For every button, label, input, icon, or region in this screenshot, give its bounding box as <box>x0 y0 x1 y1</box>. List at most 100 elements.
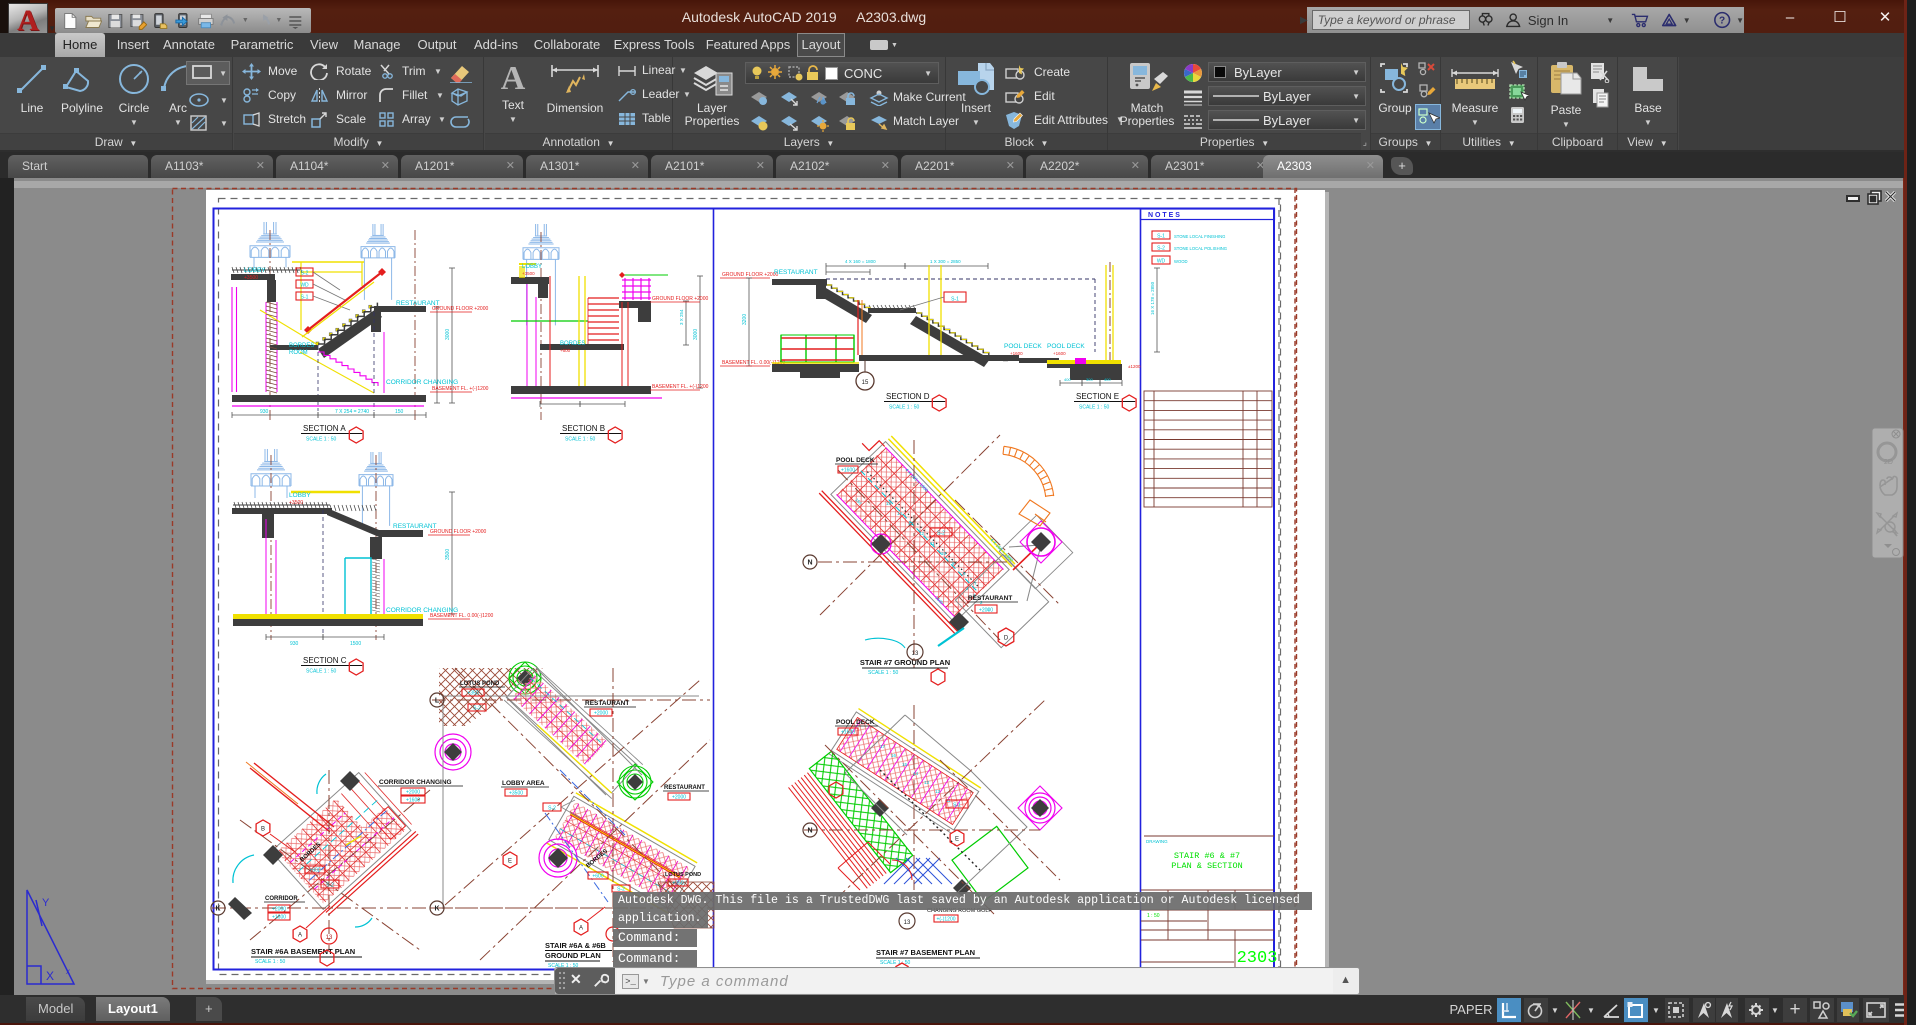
svg-text:Y: Y <box>42 897 50 909</box>
svg-text:+1600: +1600 <box>1010 351 1023 356</box>
svg-text:SECTION B: SECTION B <box>562 424 605 433</box>
svg-text:S-2: S-2 <box>1157 246 1165 252</box>
svg-text:SCALE 1 : 50: SCALE 1 : 50 <box>1079 405 1110 411</box>
svg-text:1 : 50: 1 : 50 <box>1147 913 1160 919</box>
svg-text:+2000: +2000 <box>406 790 420 796</box>
svg-text:A: A <box>298 933 302 939</box>
svg-text:CORRIDOR: CORRIDOR <box>265 896 298 902</box>
svg-text:13: 13 <box>912 651 919 657</box>
svg-text:4 X 160 = 1800: 4 X 160 = 1800 <box>845 259 876 264</box>
svg-text:SECTION E: SECTION E <box>1076 392 1119 401</box>
svg-text:STONE LOCAL POLISHING: STONE LOCAL POLISHING <box>1174 246 1227 251</box>
svg-text:POOL DECK: POOL DECK <box>836 457 875 464</box>
svg-text:+2000: +2000 <box>272 907 286 913</box>
svg-text:RESTAURANT: RESTAURANT <box>968 595 1012 602</box>
svg-text:S-2: S-2 <box>548 806 556 812</box>
svg-text:14: 14 <box>897 511 903 516</box>
svg-text:LOTUS POND: LOTUS POND <box>665 872 701 878</box>
svg-text:STAIR #7 GROUND PLAN: STAIR #7 GROUND PLAN <box>860 658 950 667</box>
svg-text:13: 13 <box>326 935 333 941</box>
svg-text:DRAWING: DRAWING <box>1146 839 1168 844</box>
svg-text:+3500: +3500 <box>244 275 258 281</box>
svg-text:K: K <box>434 906 439 913</box>
svg-text:E: E <box>955 837 959 843</box>
svg-text:SCALE 1 : 50: SCALE 1 : 50 <box>868 670 899 676</box>
svg-text:LOBBY: LOBBY <box>289 492 311 499</box>
svg-text:+3500: +3500 <box>522 271 535 276</box>
svg-text:ROOM: ROOM <box>289 350 308 356</box>
svg-text:SECTION C: SECTION C <box>303 656 347 665</box>
svg-text:LOBBY: LOBBY <box>244 267 266 274</box>
svg-text:3500: 3500 <box>445 549 451 560</box>
svg-text:PLAN & SECTION: PLAN & SECTION <box>1171 861 1242 871</box>
svg-text:16: 16 <box>891 753 897 758</box>
svg-text:D: D <box>1004 636 1009 642</box>
svg-text:SCALE 1 : 50: SCALE 1 : 50 <box>255 959 286 965</box>
svg-text:+600: +600 <box>309 868 320 874</box>
svg-text:GROUND FLOOR +2000: GROUND FLOOR +2000 <box>430 529 486 535</box>
svg-text:+600: +600 <box>560 348 571 353</box>
svg-text:SECTION D: SECTION D <box>886 392 930 401</box>
svg-text:150: 150 <box>395 409 404 415</box>
svg-text:3 X 254: 3 X 254 <box>679 309 684 325</box>
svg-text:CORRIDOR CHANGING: CORRIDOR CHANGING <box>379 779 452 786</box>
svg-text:WD: WD <box>1157 259 1166 265</box>
svg-text:S-1: S-1 <box>1157 234 1165 240</box>
svg-text:POOL DECK: POOL DECK <box>836 719 875 726</box>
svg-text:+2000: +2000 <box>672 795 686 801</box>
svg-text:STONE LOCAL FINISHING: STONE LOCAL FINISHING <box>1174 234 1225 239</box>
svg-text:3200: 3200 <box>742 314 748 325</box>
svg-text:13: 13 <box>924 780 930 785</box>
svg-text:N O T E S: N O T E S <box>1148 212 1180 219</box>
svg-text:LOBBY: LOBBY <box>522 264 542 270</box>
svg-text:+3500: +3500 <box>289 500 303 506</box>
svg-text:3000: 3000 <box>693 329 699 340</box>
svg-text:14: 14 <box>913 771 919 776</box>
svg-text:RESTAURANT: RESTAURANT <box>664 785 705 791</box>
svg-text:SCALE 1 : 50: SCALE 1 : 50 <box>306 669 337 675</box>
svg-text:+350: +350 <box>467 691 478 697</box>
svg-text:STAIR #6 & #7: STAIR #6 & #7 <box>1174 851 1240 861</box>
svg-text:GROUND FLOOR +2000: GROUND FLOOR +2000 <box>652 296 708 302</box>
svg-text:930: 930 <box>260 409 269 415</box>
svg-text:S-1: S-1 <box>301 295 309 301</box>
svg-text:BORDES: BORDES <box>289 343 314 349</box>
svg-text:+350: +350 <box>672 881 683 887</box>
svg-text:A: A <box>579 926 583 932</box>
svg-text:SCALE 1 : 50: SCALE 1 : 50 <box>565 437 596 443</box>
svg-text:K: K <box>215 906 220 913</box>
svg-text:GROUND FLOOR +2000: GROUND FLOOR +2000 <box>722 272 778 278</box>
svg-text:12: 12 <box>935 789 941 794</box>
svg-text:16 X 178 = 2850: 16 X 178 = 2850 <box>1150 281 1155 315</box>
svg-text:E: E <box>508 859 512 865</box>
svg-text:15: 15 <box>902 762 908 767</box>
svg-text:S-2: S-2 <box>301 271 309 277</box>
svg-text:+1600: +1600 <box>406 798 420 804</box>
svg-text:300: 300 <box>1086 377 1093 382</box>
svg-text:3000: 3000 <box>445 329 451 340</box>
svg-text:+1600: +1600 <box>1053 351 1066 356</box>
svg-text:POOL DECK: POOL DECK <box>1047 343 1085 350</box>
svg-text:+(-)1200: +(-)1200 <box>936 917 955 923</box>
svg-text:BASEMENT FL. +(-)1200: BASEMENT FL. +(-)1200 <box>652 384 709 390</box>
svg-text:BASEMENT FL. 0.00(-)1200: BASEMENT FL. 0.00(-)1200 <box>430 613 493 619</box>
svg-text:12: 12 <box>919 531 925 536</box>
svg-text:BORDES: BORDES <box>560 341 585 347</box>
svg-text:7 X 254 = 2740: 7 X 254 = 2740 <box>335 409 369 415</box>
svg-text:+3500: +3500 <box>509 791 523 797</box>
svg-text:CORRIDOR CHANGING: CORRIDOR CHANGING <box>386 379 458 386</box>
svg-text:N: N <box>807 828 812 835</box>
svg-text:WD: WD <box>300 283 309 289</box>
svg-text:GROUND FLOOR +2000: GROUND FLOOR +2000 <box>432 306 488 312</box>
svg-text:RESTAURANT: RESTAURANT <box>585 700 629 707</box>
svg-text:RESTAURANT: RESTAURANT <box>774 269 818 276</box>
svg-text:LOBBY AREA: LOBBY AREA <box>502 780 545 787</box>
svg-text:15: 15 <box>862 380 869 386</box>
svg-text:S-2: S-2 <box>326 883 334 889</box>
svg-text:L: L <box>435 698 440 705</box>
svg-text:400: 400 <box>1064 377 1071 382</box>
svg-text:?: ? <box>1719 16 1725 27</box>
svg-text:1500: 1500 <box>350 641 361 647</box>
svg-text:+2000: +2000 <box>594 711 608 717</box>
svg-text:STAIR #7 BASEMENT PLAN: STAIR #7 BASEMENT PLAN <box>876 948 975 957</box>
